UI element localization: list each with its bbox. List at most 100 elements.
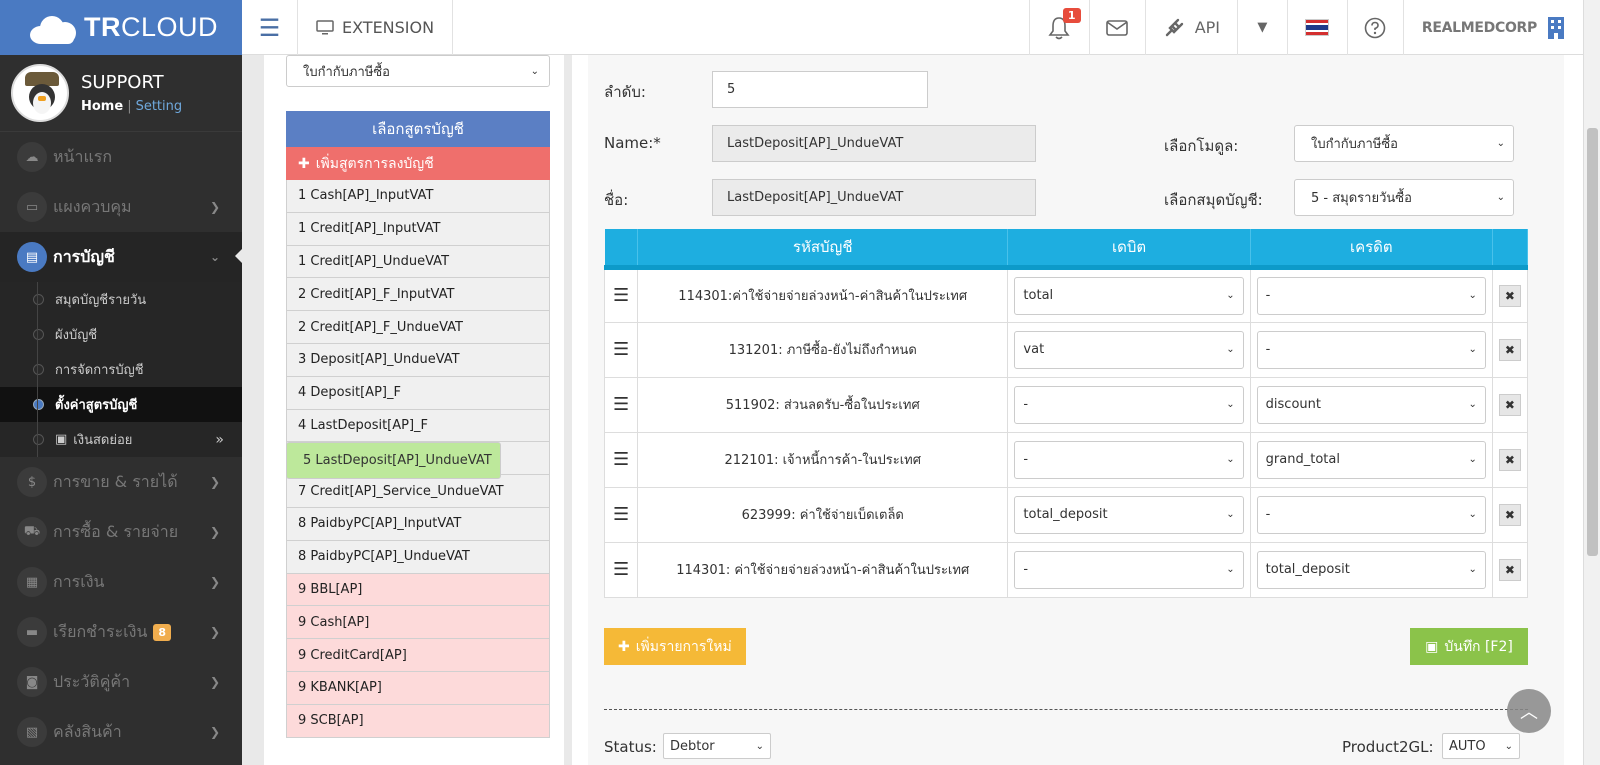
formula-list-item[interactable]: 2 Credit[AP]_F_UndueVAT: [286, 311, 550, 344]
logo[interactable]: TRCLOUD: [0, 0, 242, 55]
thai-name-input[interactable]: LastDeposit[AP]_UndueVAT: [712, 179, 1036, 216]
formula-list-item[interactable]: 9 SCB[AP]: [286, 704, 550, 738]
submenu-item-petty-cash[interactable]: ▣ เงินสดย่อย »: [0, 422, 242, 457]
delete-row-button[interactable]: ✖: [1498, 503, 1521, 526]
dropdown-button[interactable]: ▼: [1236, 0, 1287, 55]
formula-list-item[interactable]: 3 Deposit[AP]_UndueVAT: [286, 343, 550, 377]
credit-select[interactable]: - ⌄: [1256, 276, 1486, 315]
drag-handle-icon[interactable]: ☰: [603, 266, 639, 323]
status-select[interactable]: Debtor ⌄: [663, 733, 771, 759]
credit-select[interactable]: - ⌄: [1256, 495, 1486, 534]
credit-select[interactable]: total_deposit ⌄: [1256, 550, 1486, 589]
chevron-down-icon: ⌄: [209, 250, 220, 264]
debit-select[interactable]: vat ⌄: [1014, 330, 1244, 369]
submenu-item-formula-settings[interactable]: ตั้งค่าสูตรบัญชี: [0, 387, 242, 422]
profile-name: SUPPORT: [81, 72, 164, 93]
submenu-item-account-management[interactable]: การจัดการบัญชี: [0, 352, 242, 387]
main-panel: ลำดับ: 5 Name:* LastDeposit[AP]_UndueVAT…: [572, 55, 1583, 765]
module-filter-select[interactable]: ใบกำกับภาษีซื้อ ⌄: [286, 55, 550, 87]
chevron-down-icon: ⌄: [1468, 290, 1477, 301]
cloud-logo-icon: [28, 12, 80, 44]
sidebar-item-billing[interactable]: ▬ เรียกชำระเงิน 8 ❯: [0, 607, 242, 657]
debit-select[interactable]: - ⌄: [1014, 550, 1244, 589]
delete-row-button[interactable]: ✖: [1498, 448, 1521, 471]
notifications-button[interactable]: 1: [1028, 0, 1089, 55]
setting-link[interactable]: Setting: [136, 99, 183, 114]
drag-handle-icon[interactable]: ☰: [603, 321, 639, 378]
delete-row-button[interactable]: ✖: [1498, 338, 1521, 361]
scroll-to-top-button[interactable]: ︿: [1507, 689, 1551, 733]
account-code-header: รหัสบัญชี: [637, 229, 1009, 270]
order-input[interactable]: 5: [712, 71, 928, 108]
drag-handle-icon[interactable]: ☰: [603, 376, 639, 433]
formula-list-item[interactable]: 4 Deposit[AP]_F: [286, 376, 550, 410]
envelope-icon: [1106, 19, 1129, 36]
company-switcher[interactable]: REALMEDCORP: [1402, 0, 1583, 55]
formula-list-item[interactable]: 1 Credit[AP]_InputVAT: [286, 212, 550, 246]
avatar[interactable]: [11, 64, 69, 122]
language-button[interactable]: [1286, 0, 1347, 55]
delete-row-button[interactable]: ✖: [1498, 558, 1521, 581]
sidebar-item-home[interactable]: ☁ หน้าแรก: [0, 132, 242, 182]
debit-select[interactable]: total ⌄: [1014, 276, 1244, 315]
formula-list-item[interactable]: 4 LastDeposit[AP]_F: [286, 409, 550, 443]
sidebar-item-dashboard[interactable]: ▭ แผงควบคุม ❯: [0, 182, 242, 232]
formula-list-item[interactable]: 1 Cash[AP]_InputVAT: [286, 180, 550, 213]
formula-list-item[interactable]: 9 KBANK[AP]: [286, 671, 550, 705]
debit-select[interactable]: - ⌄: [1014, 440, 1244, 479]
debit-select[interactable]: - ⌄: [1014, 385, 1244, 424]
formula-list-item[interactable]: 9 BBL[AP]: [286, 573, 550, 607]
formula-list-item[interactable]: 8 PaidbyPC[AP]_UndueVAT: [286, 540, 550, 574]
add-row-button[interactable]: ✚ เพิ่มรายการใหม่: [604, 628, 746, 665]
formula-list-item[interactable]: 2 Credit[AP]_F_InputVAT: [286, 278, 550, 312]
module-select[interactable]: ใบกำกับภาษีซื้อ ⌄: [1294, 125, 1514, 162]
journal-label: เลือกสมุดบัญชี:: [1164, 191, 1263, 209]
chevron-down-icon: ⌄: [1226, 454, 1235, 465]
account-code-cell: 114301:ค่าใช้จ่ายจ่ายล่วงหน้า-ค่าสินค้าใ…: [637, 266, 1009, 323]
sidebar-item-sales[interactable]: $ การขาย & รายได้ ❯: [0, 457, 242, 507]
api-button[interactable]: API: [1144, 0, 1237, 55]
submenu-item-journal[interactable]: สมุดบัญชีรายวัน: [0, 282, 242, 317]
drag-handle-icon[interactable]: ☰: [603, 431, 639, 488]
sidebar-item-finance[interactable]: ▦ การเงิน ❯: [0, 557, 242, 607]
product2gl-select[interactable]: AUTO ⌄: [1442, 733, 1520, 759]
add-formula-button[interactable]: ✚ เพิ่มสูตรการลงบัญชี: [286, 147, 550, 180]
chevron-right-icon: ❯: [209, 625, 220, 639]
monitor-icon: [316, 19, 334, 34]
help-button[interactable]: [1346, 0, 1403, 55]
delete-row-button[interactable]: ✖: [1498, 284, 1521, 307]
dollar-icon: $: [17, 467, 47, 497]
delete-row-button[interactable]: ✖: [1498, 393, 1521, 416]
sidebar-item-partner-history[interactable]: ◙ ประวัติคู่ค้า ❯: [0, 657, 242, 707]
journal-select[interactable]: 5 - สมุดรายวันซื้อ ⌄: [1294, 179, 1514, 216]
messages-button[interactable]: [1088, 0, 1145, 55]
debit-select[interactable]: total_deposit ⌄: [1014, 495, 1244, 534]
extension-button[interactable]: EXTENSION: [298, 0, 454, 55]
floppy-disk-icon: ▣: [1425, 638, 1439, 655]
name-input[interactable]: LastDeposit[AP]_UndueVAT: [712, 125, 1036, 162]
drag-handle-icon[interactable]: ☰: [603, 541, 639, 598]
formula-list-item[interactable]: 5 LastDeposit[AP]_UndueVAT: [286, 442, 501, 480]
page-scrollbar[interactable]: [1583, 0, 1600, 765]
formula-list-item[interactable]: 7 Credit[AP]_Service_UndueVAT: [286, 475, 550, 508]
formula-list-item[interactable]: 8 PaidbyPC[AP]_InputVAT: [286, 507, 550, 541]
formula-list-item[interactable]: 9 Cash[AP]: [286, 606, 550, 640]
product2gl-label: Product2GL:: [1342, 738, 1434, 756]
chevron-right-icon: ❯: [209, 675, 220, 689]
sidebar-item-purchases[interactable]: ⛟ การซื้อ & รายจ่าย ❯: [0, 507, 242, 557]
credit-select[interactable]: grand_total ⌄: [1256, 440, 1486, 479]
formula-list-item[interactable]: 9 CreditCard[AP]: [286, 639, 550, 672]
home-link[interactable]: Home: [81, 99, 123, 114]
formula-list-item[interactable]: 1 Credit[AP]_UndueVAT: [286, 245, 550, 279]
menu-toggle-button[interactable]: ☰: [242, 0, 298, 55]
submenu-item-chart-of-accounts[interactable]: ผังบัญชี: [0, 317, 242, 352]
credit-select[interactable]: discount ⌄: [1256, 385, 1486, 424]
sidebar-item-accounting[interactable]: ▤ การบัญชี ⌄: [0, 232, 242, 282]
save-button[interactable]: ▣ บันทึก [F2]: [1410, 628, 1528, 665]
credit-select[interactable]: - ⌄: [1256, 330, 1486, 369]
chevron-down-icon: ⌄: [755, 740, 764, 752]
formula-form: ลำดับ: 5 Name:* LastDeposit[AP]_UndueVAT…: [588, 55, 1564, 765]
chevron-right-icon: ❯: [209, 525, 220, 539]
sidebar-item-inventory[interactable]: ▧ คลังสินค้า ❯: [0, 707, 242, 757]
drag-handle-icon[interactable]: ☰: [603, 486, 639, 543]
